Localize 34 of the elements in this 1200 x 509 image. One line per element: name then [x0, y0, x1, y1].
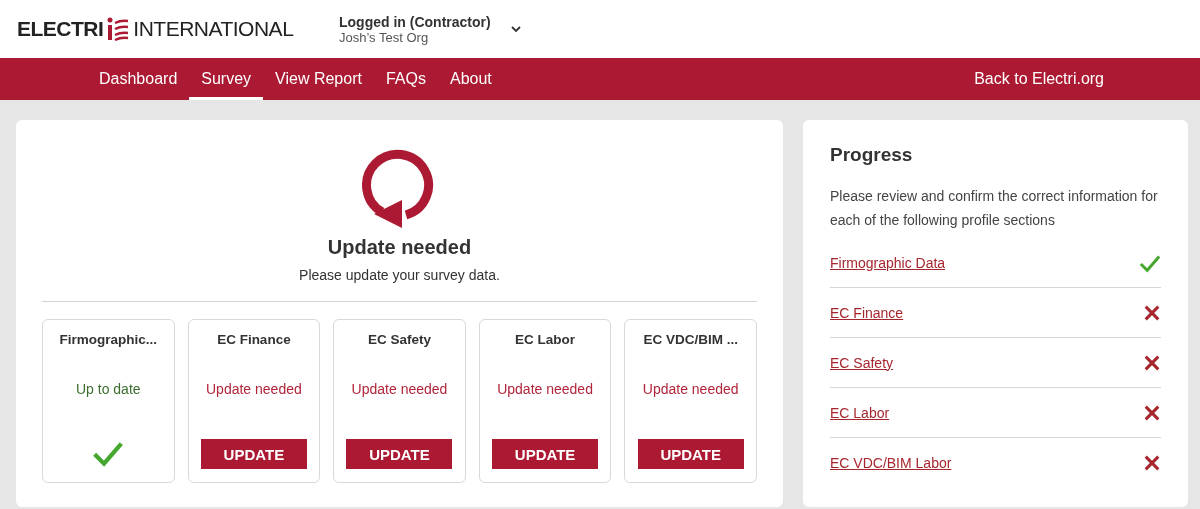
- chevron-down-icon: [510, 25, 521, 33]
- update-button[interactable]: UPDATE: [492, 439, 599, 469]
- section-title: Firmographic...: [59, 332, 158, 347]
- logo-wordmark-suffix: INTERNATIONAL: [133, 17, 294, 41]
- back-link[interactable]: Back to Electri.org: [974, 58, 1104, 100]
- section-status: Update needed: [642, 381, 739, 397]
- section-title: EC Safety: [367, 332, 431, 347]
- update-button[interactable]: UPDATE: [200, 439, 307, 469]
- section-link[interactable]: EC Finance: [830, 304, 904, 321]
- logo-wordmark: ELECTRI: [17, 17, 104, 41]
- update-button[interactable]: UPDATE: [346, 439, 453, 469]
- section-link[interactable]: EC Safety: [830, 354, 894, 371]
- panel-description: Please review and confirm the correct information for each of the following profile sections: [830, 187, 1159, 230]
- nav-tab[interactable]: Survey: [189, 58, 264, 100]
- nav-tab[interactable]: View Report: [263, 58, 374, 100]
- section-status: Up to date: [76, 381, 141, 397]
- logo-mark-icon: [107, 17, 130, 41]
- section-link[interactable]: EC Labor: [830, 404, 890, 421]
- nav-tab[interactable]: Dashboard: [87, 58, 190, 100]
- section-link[interactable]: Firmographic Data: [830, 254, 946, 271]
- section-title: EC VDC/BIM ...: [643, 332, 738, 347]
- section-link[interactable]: EC VDC/BIM Labor: [830, 454, 952, 471]
- section-status: Update needed: [351, 381, 448, 397]
- section-title: EC Labor: [515, 332, 576, 347]
- update-button[interactable]: UPDATE: [637, 439, 744, 469]
- status-heading: Update needed: [327, 236, 472, 259]
- nav-tab[interactable]: FAQs: [373, 58, 438, 100]
- section-title: EC Finance: [217, 332, 291, 347]
- panel-title: Progress: [830, 144, 914, 166]
- account-menu[interactable]: Logged in (Contractor) Josh’s Test Org: [339, 13, 521, 45]
- status-message: Please update your survey data.: [299, 267, 500, 283]
- nav-tab[interactable]: About: [437, 58, 504, 100]
- section-status: Update needed: [206, 381, 302, 397]
- section-status: Update needed: [497, 381, 593, 397]
